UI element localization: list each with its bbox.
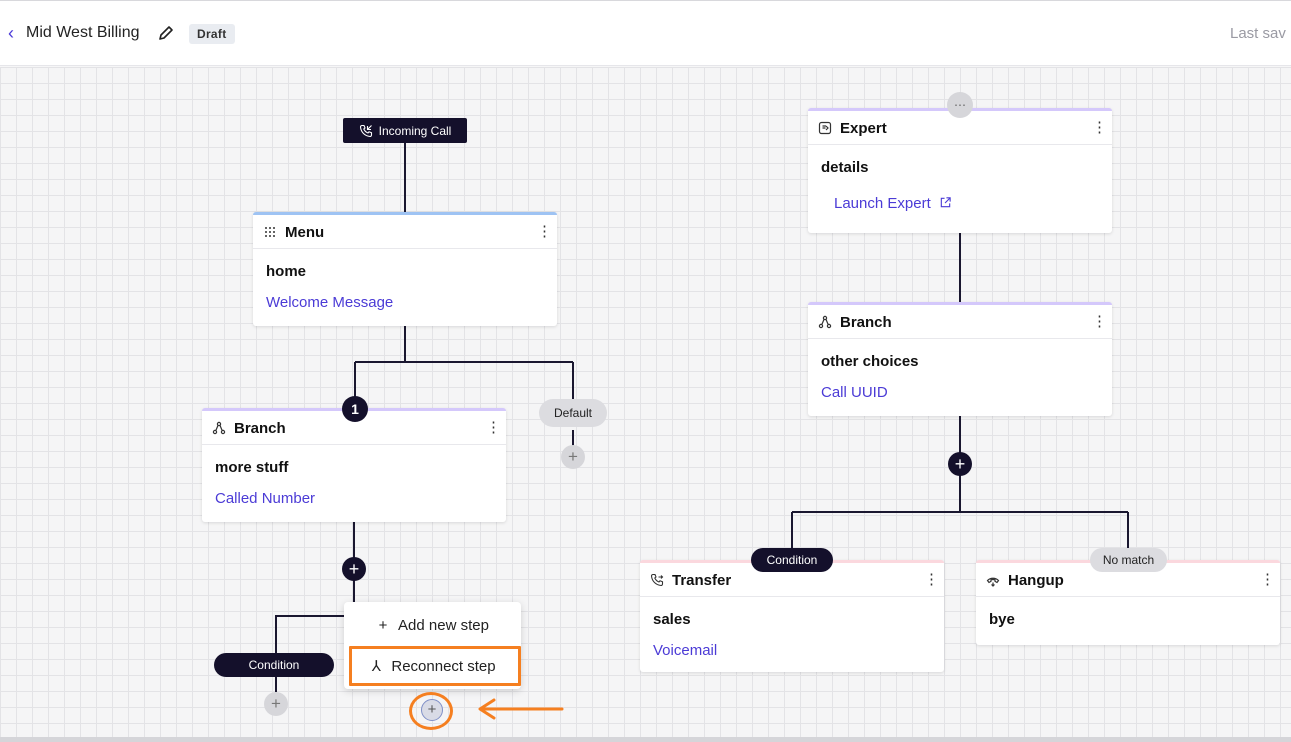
default-route-pill[interactable]: Default	[539, 399, 607, 427]
phone-transfer-icon	[650, 573, 664, 587]
hangup-step-card[interactable]: Hangup ⋮ bye	[976, 560, 1280, 645]
transfer-card-kebab-icon[interactable]: ⋮	[924, 571, 939, 589]
branch-left-card-name: more stuff	[215, 459, 289, 476]
no-match-pill[interactable]: No match	[1090, 548, 1167, 572]
active-add-step-button[interactable]: +	[421, 699, 443, 721]
launch-expert-link[interactable]: Launch Expert	[834, 195, 952, 212]
branch-left-card-link[interactable]: Called Number	[215, 490, 315, 507]
menu-card-header: Menu ⋮	[253, 215, 557, 249]
default-add-step-button[interactable]: +	[561, 445, 585, 469]
branch-left-card-type: Branch	[234, 420, 286, 437]
transfer-card-link[interactable]: Voicemail	[653, 642, 717, 659]
hangup-card-type: Hangup	[1008, 572, 1064, 589]
transfer-step-card[interactable]: Transfer ⋮ sales Voicemail	[640, 560, 944, 672]
transfer-card-type: Transfer	[672, 572, 732, 589]
wire-menu-to-branches	[354, 326, 574, 408]
incoming-call-trigger[interactable]: Incoming Call	[343, 118, 467, 143]
phone-incoming-icon	[359, 124, 372, 137]
menu-card-name: home	[266, 263, 307, 280]
wire-branch-condition	[275, 592, 355, 653]
branch-left-kebab-icon[interactable]: ⋮	[486, 419, 501, 437]
branch-icon	[818, 315, 832, 329]
branch-right-kebab-icon[interactable]: ⋮	[1092, 313, 1107, 331]
external-link-icon	[940, 197, 951, 208]
wire-branch-right-split	[791, 511, 1129, 548]
branch-number-badge: 1	[342, 396, 368, 422]
menu-step-card[interactable]: Menu ⋮ home Welcome Message	[253, 212, 557, 326]
transfer-card-name: sales	[653, 611, 691, 628]
expert-drag-handle[interactable]: ⋯	[947, 92, 973, 118]
reconnect-highlight-box	[349, 646, 521, 686]
menu-card-type: Menu	[285, 224, 325, 241]
expert-card-name: details	[821, 159, 869, 176]
branch-right-card-type: Branch	[840, 314, 892, 331]
branch-right-card-name: other choices	[821, 353, 919, 370]
highlight-arrow	[478, 698, 564, 720]
expert-icon	[818, 121, 832, 135]
add-new-step-menu-item[interactable]: + Add new step	[352, 608, 513, 642]
plus-icon: +	[378, 616, 388, 634]
branch-right-add-button[interactable]: +	[948, 452, 972, 476]
expert-card-type: Expert	[840, 120, 887, 137]
condition-add-step-button[interactable]: +	[264, 692, 288, 716]
hangup-card-kebab-icon[interactable]: ⋮	[1260, 571, 1275, 589]
condition-pill-left[interactable]: Condition	[214, 653, 334, 677]
branch-right-card-link[interactable]: Call UUID	[821, 384, 888, 401]
expert-card-kebab-icon[interactable]: ⋮	[1092, 119, 1107, 137]
branch-step-card-right[interactable]: Branch ⋮ other choices Call UUID	[808, 302, 1112, 416]
phone-hangup-icon	[986, 577, 1000, 587]
grid-dots-icon	[265, 227, 275, 237]
hangup-card-name: bye	[989, 611, 1015, 628]
branch-left-add-button[interactable]: +	[342, 557, 366, 581]
menu-card-prompt-link[interactable]: Welcome Message	[266, 294, 393, 311]
menu-card-kebab-icon[interactable]: ⋮	[537, 223, 552, 241]
incoming-call-label: Incoming Call	[378, 123, 452, 138]
expert-step-card[interactable]: Expert ⋮ details Launch Expert	[808, 108, 1112, 233]
add-new-step-label: Add new step	[398, 616, 489, 634]
branch-icon	[212, 421, 226, 435]
branch-right-card-header: Branch ⋮	[808, 305, 1112, 339]
condition-pill-right[interactable]: Condition	[751, 548, 833, 572]
branch-step-card-left[interactable]: Branch ⋮ more stuff Called Number	[202, 408, 506, 522]
launch-expert-label: Launch Expert	[834, 195, 931, 212]
